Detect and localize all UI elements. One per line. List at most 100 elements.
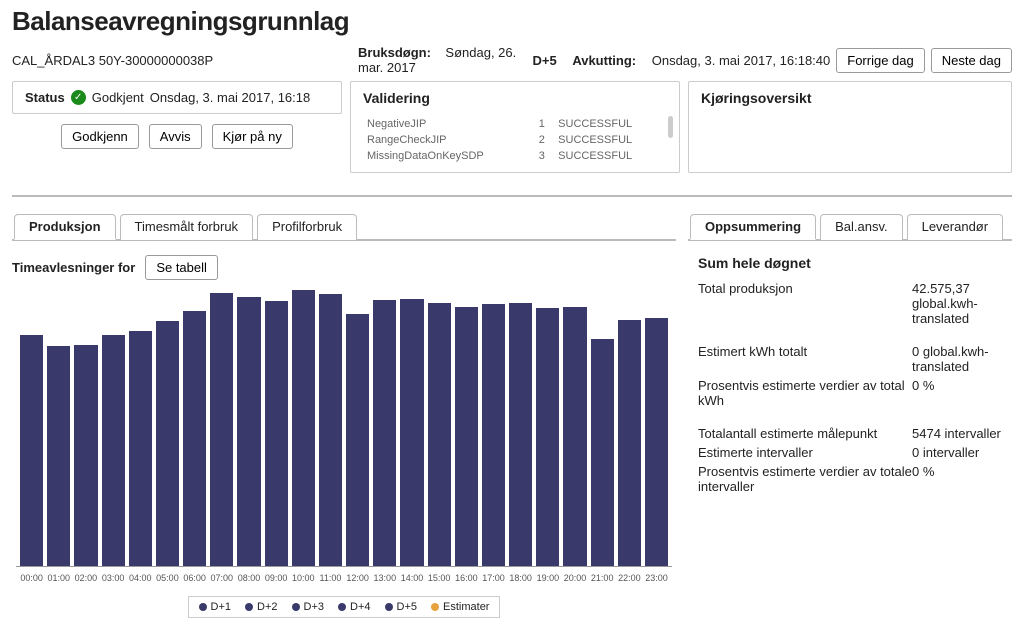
avkutting-label: Avkutting: <box>572 53 636 68</box>
rerun-button[interactable]: Kjør på ny <box>212 124 293 149</box>
legend-item: D+5 <box>385 601 418 613</box>
reject-button[interactable]: Avvis <box>149 124 202 149</box>
x-tick-label: 19:00 <box>536 573 559 583</box>
tab-profilforbruk[interactable]: Profilforbruk <box>257 214 357 240</box>
x-tick-label: 20:00 <box>563 573 586 583</box>
sum-value: 0 % <box>912 378 1002 408</box>
status-timestamp: Onsdag, 3. mai 2017, 16:18 <box>150 90 310 105</box>
legend-dot-icon <box>199 603 207 611</box>
x-tick-label: 17:00 <box>482 573 505 583</box>
tab-oppsummering[interactable]: Oppsummering <box>690 214 816 240</box>
legend-item: D+1 <box>199 601 232 613</box>
sum-value: 42.575,37 global.kwh-translated <box>912 281 1002 326</box>
x-tick-label: 10:00 <box>292 573 315 583</box>
x-tick-label: 11:00 <box>319 573 342 583</box>
bruksdogn-label: Bruksdøgn: <box>358 45 431 60</box>
page-title: Balanseavregningsgrunnlag <box>12 6 1012 37</box>
bar <box>74 345 97 566</box>
legend-dot-icon <box>338 603 346 611</box>
entity-id: CAL_ÅRDAL3 50Y-30000000038P <box>12 53 342 68</box>
check-circle-icon: ✓ <box>71 90 86 105</box>
x-tick-label: 00:00 <box>20 573 43 583</box>
bar <box>563 307 586 566</box>
bar <box>645 318 668 566</box>
status-state: Godkjent <box>92 90 144 105</box>
sum-value: 5474 intervaller <box>912 426 1002 441</box>
bar <box>292 290 315 566</box>
x-tick-label: 01:00 <box>47 573 70 583</box>
bar <box>455 307 478 566</box>
x-tick-label: 14:00 <box>400 573 423 583</box>
tab-leverandor[interactable]: Leverandør <box>907 214 1003 240</box>
sum-label: Estimert kWh totalt <box>698 344 912 374</box>
legend-dot-icon <box>431 603 439 611</box>
table-row: MissingDataOnKeySDP3SUCCESSFUL <box>363 148 667 164</box>
bar <box>265 301 288 566</box>
sum-label: Total produksjon <box>698 281 912 326</box>
legend-dot-icon <box>292 603 300 611</box>
status-panel: Status ✓ Godkjent Onsdag, 3. mai 2017, 1… <box>12 81 342 114</box>
scrollbar-thumb[interactable] <box>668 116 673 138</box>
summary-panel: Sum hele døgnet Total produksjon42.575,3… <box>688 241 1012 526</box>
x-tick-label: 05:00 <box>156 573 179 583</box>
table-row: RangeCheckJIP2SUCCESSFUL <box>363 132 667 148</box>
legend-item: D+2 <box>245 601 278 613</box>
x-tick-label: 22:00 <box>618 573 641 583</box>
bar <box>129 331 152 566</box>
bar <box>536 308 559 566</box>
legend-item: D+3 <box>292 601 325 613</box>
tab-produksjon[interactable]: Produksjon <box>14 214 116 240</box>
next-day-button[interactable]: Neste dag <box>931 48 1012 73</box>
tab-timesmalt[interactable]: Timesmålt forbruk <box>120 214 254 240</box>
bar <box>102 335 125 566</box>
chart-legend: D+1 D+2 D+3 D+4 D+5 Estimater <box>188 596 501 618</box>
x-tick-label: 04:00 <box>129 573 152 583</box>
legend-item: Estimater <box>431 601 489 613</box>
bar <box>20 335 43 566</box>
sum-label: Totalantall estimerte målepunkt <box>698 426 912 441</box>
sum-label: Prosentvis estimerte verdier av totale i… <box>698 464 912 494</box>
sum-value: 0 % <box>912 464 1002 494</box>
sum-value: 0 intervaller <box>912 445 1002 460</box>
status-label: Status <box>25 90 65 105</box>
bar <box>210 293 233 566</box>
x-tick-label: 16:00 <box>455 573 478 583</box>
bar <box>346 314 369 566</box>
run-overview-title: Kjøringsoversikt <box>701 90 999 106</box>
bar <box>591 339 614 566</box>
chart-title: Timeavlesninger for <box>12 260 135 275</box>
left-tabs: Produksjon Timesmålt forbruk Profilforbr… <box>12 213 676 241</box>
legend-dot-icon <box>245 603 253 611</box>
avkutting-value: Onsdag, 3. mai 2017, 16:18:40 <box>652 53 831 68</box>
bar <box>183 311 206 566</box>
x-tick-label: 06:00 <box>183 573 206 583</box>
bar <box>509 303 532 566</box>
validation-panel: Validering NegativeJIP1SUCCESSFUL RangeC… <box>350 81 680 173</box>
approve-button[interactable]: Godkjenn <box>61 124 139 149</box>
x-tick-label: 02:00 <box>74 573 97 583</box>
bar <box>373 300 396 566</box>
summary-title: Sum hele døgnet <box>698 255 1002 271</box>
legend-dot-icon <box>385 603 393 611</box>
run-overview-panel: Kjøringsoversikt <box>688 81 1012 173</box>
prev-day-button[interactable]: Forrige dag <box>836 48 924 73</box>
bar <box>400 299 423 566</box>
validation-table: NegativeJIP1SUCCESSFUL RangeCheckJIP2SUC… <box>363 116 667 164</box>
x-tick-label: 12:00 <box>346 573 369 583</box>
tab-balansv[interactable]: Bal.ansv. <box>820 214 903 240</box>
sum-label: Prosentvis estimerte verdier av total kW… <box>698 378 912 408</box>
x-tick-label: 23:00 <box>645 573 668 583</box>
bar <box>237 297 260 566</box>
sum-label: Estimerte intervaller <box>698 445 912 460</box>
bar-chart: 00:0001:0002:0003:0004:0005:0006:0007:00… <box>12 286 676 586</box>
bar <box>482 304 505 566</box>
x-tick-label: 13:00 <box>373 573 396 583</box>
bar <box>319 294 342 566</box>
x-tick-label: 09:00 <box>265 573 288 583</box>
dplus-label: D+5 <box>532 53 556 68</box>
bar <box>156 321 179 566</box>
bar <box>618 320 641 566</box>
see-table-button[interactable]: Se tabell <box>145 255 218 280</box>
x-tick-label: 15:00 <box>428 573 451 583</box>
x-tick-label: 07:00 <box>210 573 233 583</box>
